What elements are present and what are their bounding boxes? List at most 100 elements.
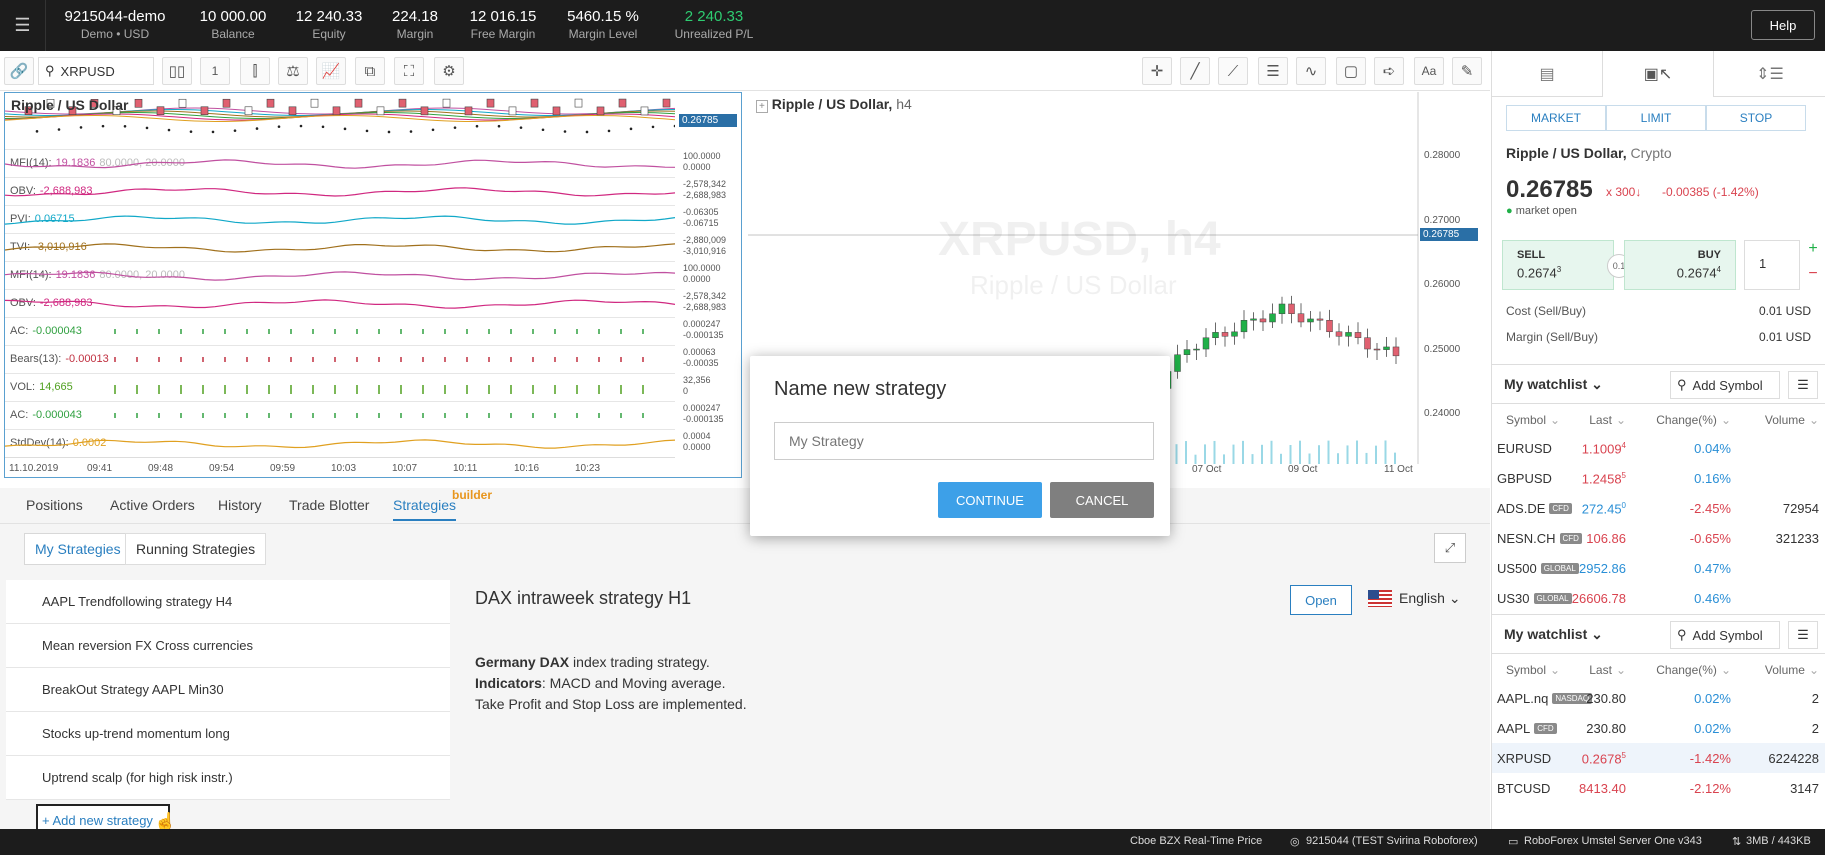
quantity-input[interactable]: 1 bbox=[1744, 240, 1800, 290]
buy-button[interactable]: BUY 0.26744 bbox=[1624, 240, 1736, 290]
watchlist-row[interactable]: US30 GLOBAL 26606.78 0.46% bbox=[1492, 583, 1825, 613]
strategy-list-item[interactable]: Uptrend scalp (for high risk instr.) bbox=[6, 756, 450, 800]
strategy-list-item[interactable]: AAPL Trendfollowing strategy H4 bbox=[6, 580, 450, 624]
tab-strategies[interactable]: Strategies bbox=[393, 497, 457, 521]
instrument-category: Crypto bbox=[1630, 145, 1672, 161]
desc-text-3: Take Profit and Stop Loss are implemente… bbox=[475, 696, 747, 712]
column-header[interactable]: Last ⌄ bbox=[1589, 663, 1626, 677]
strategy-name-input[interactable] bbox=[774, 422, 1154, 460]
column-header[interactable]: Symbol ⌄ bbox=[1506, 413, 1560, 427]
watchlist-row[interactable]: AAPL.nq NASDAQ 230.80 0.02% 2 bbox=[1492, 683, 1825, 713]
strategy-detail: DAX intraweek strategy H1 Open English ⌄… bbox=[452, 580, 1482, 825]
watchlist-menu-icon[interactable]: ☰ bbox=[1788, 621, 1818, 649]
candles-icon[interactable]: ⫿ bbox=[240, 57, 270, 85]
settings-icon[interactable]: ⚙ bbox=[434, 57, 464, 85]
quantity-decrease-icon[interactable]: − bbox=[1802, 265, 1824, 290]
strategy-detail-title: DAX intraweek strategy H1 bbox=[475, 588, 692, 608]
open-strategy-button[interactable]: Open bbox=[1290, 585, 1352, 615]
hamburger-icon[interactable]: ☰ bbox=[0, 0, 46, 51]
fullscreen-icon[interactable]: ⛶ bbox=[394, 57, 424, 85]
continue-button[interactable]: CONTINUE bbox=[938, 482, 1042, 518]
tab-running-strategies[interactable]: Running Strategies bbox=[125, 533, 267, 565]
watchlist-row[interactable]: ADS.DE CFD 272.450 -2.45% 72954 bbox=[1492, 493, 1825, 523]
language-selector[interactable]: English ⌄ bbox=[1399, 590, 1461, 607]
strategy-list-item[interactable]: Mean reversion FX Cross currencies bbox=[6, 624, 450, 668]
layout-icon[interactable]: ▯▯ bbox=[162, 57, 192, 85]
trendline-icon[interactable]: ╱ bbox=[1180, 57, 1210, 85]
unrealized-value: 2 240.33 bbox=[684, 8, 744, 25]
order-type-limit[interactable]: LIMIT bbox=[1606, 105, 1706, 131]
price-tick: 0.28000 bbox=[1424, 150, 1461, 161]
ray-icon[interactable]: ⟋ bbox=[1218, 57, 1248, 85]
left-price-tag: 0.26785 bbox=[679, 114, 737, 127]
indicator-pane: StdDev(14): 0.0002 bbox=[5, 429, 675, 457]
arrow-icon[interactable]: ➪ bbox=[1374, 57, 1404, 85]
order-panel: ▤ ▣↖ ⇕☰ MARKET LIMIT STOP Ripple / US Do… bbox=[1491, 51, 1825, 829]
indicators-icon[interactable]: 📈 bbox=[316, 57, 346, 85]
add-symbol-button[interactable]: ⚲ Add Symbol bbox=[1670, 371, 1780, 399]
add-symbol-button[interactable]: ⚲ Add Symbol bbox=[1670, 621, 1780, 649]
row-symbol: US30 GLOBAL bbox=[1497, 591, 1572, 606]
watchlist-row[interactable]: XRPUSD 0.26785 -1.42% 6224228 bbox=[1492, 743, 1825, 773]
column-header[interactable]: Volume ⌄ bbox=[1765, 663, 1819, 677]
templates-icon[interactable]: ⧉ bbox=[355, 57, 385, 85]
symbol-badge: GLOBAL bbox=[1540, 563, 1579, 574]
compare-icon[interactable]: ⚖ bbox=[278, 57, 308, 85]
sell-button[interactable]: SELL 0.26743 bbox=[1502, 240, 1614, 290]
brush-icon[interactable]: ✎ bbox=[1452, 57, 1482, 85]
text-tool-icon[interactable]: Aa bbox=[1414, 57, 1444, 85]
tab-trade-blotter[interactable]: Trade Blotter bbox=[289, 497, 369, 513]
quantity-increase-icon[interactable]: + bbox=[1802, 240, 1824, 265]
column-header[interactable]: Last ⌄ bbox=[1589, 413, 1626, 427]
watchlist-row[interactable]: AAPL CFD 230.80 0.02% 2 bbox=[1492, 713, 1825, 743]
indicator-line bbox=[5, 187, 675, 197]
sort-list-icon[interactable]: ⇕☰ bbox=[1714, 51, 1825, 97]
last-price: 1.1009 bbox=[1581, 441, 1622, 457]
order-type-stop[interactable]: STOP bbox=[1706, 105, 1806, 131]
horizontal-lines-icon[interactable]: ☰ bbox=[1258, 57, 1288, 85]
tab-positions[interactable]: Positions bbox=[26, 497, 83, 513]
time-tick: 09:54 bbox=[209, 463, 235, 474]
tab-my-strategies[interactable]: My Strategies bbox=[24, 533, 132, 565]
link-icon[interactable]: 🔗 bbox=[4, 57, 34, 85]
column-header[interactable]: Change(%) ⌄ bbox=[1656, 663, 1731, 677]
watchlist-2-title-text: My watchlist bbox=[1504, 626, 1588, 642]
rectangle-icon[interactable]: ▢ bbox=[1336, 57, 1366, 85]
indicator-pane: VOL: 14,665 bbox=[5, 373, 675, 401]
unrealized-stat: 2 240.33 Unrealized P/L bbox=[668, 8, 760, 42]
watchlist-menu-icon[interactable]: ☰ bbox=[1788, 371, 1818, 399]
watchlist-row[interactable]: BTCUSD 8413.40 -2.12% 3147 bbox=[1492, 773, 1825, 803]
column-header[interactable]: Volume ⌄ bbox=[1765, 413, 1819, 427]
indicator-scale: 0.000247 -0.000135 bbox=[683, 319, 741, 341]
help-button[interactable]: Help bbox=[1751, 10, 1815, 40]
indicator-chart[interactable]: Ripple / US Dollar 0.26785 MFI(14): 19.18… bbox=[4, 92, 742, 478]
watchlist-2-header: My watchlist ⌄ ⚲ Add Symbol ☰ bbox=[1492, 614, 1825, 654]
symbol-badge: CFD bbox=[1559, 533, 1582, 544]
account-info[interactable]: 9215044-demo Demo • USD bbox=[62, 8, 168, 42]
tab-history[interactable]: History bbox=[218, 497, 262, 513]
watchlist-2-title[interactable]: My watchlist ⌄ bbox=[1504, 626, 1603, 643]
watchlist-1-title[interactable]: My watchlist ⌄ bbox=[1504, 376, 1603, 393]
watermark-name: Ripple / US Dollar bbox=[970, 270, 1177, 300]
symbol-search-input[interactable]: ⚲ XRPUSD bbox=[38, 57, 154, 85]
add-indicator-icon[interactable]: + bbox=[756, 100, 768, 113]
watchlist-row[interactable]: GBPUSD 1.24585 0.16% bbox=[1492, 463, 1825, 493]
fibonacci-icon[interactable]: ∿ bbox=[1296, 57, 1326, 85]
orderbook-icon[interactable]: ▤ bbox=[1492, 51, 1602, 97]
strategy-list-item[interactable]: BreakOut Strategy AAPL Min30 bbox=[6, 668, 450, 712]
cancel-button[interactable]: CANCEL bbox=[1050, 482, 1154, 518]
tab-active-orders[interactable]: Active Orders bbox=[110, 497, 195, 513]
watchlist-row[interactable]: EURUSD 1.10094 0.04% bbox=[1492, 433, 1825, 463]
user-icon: ◎ bbox=[1290, 836, 1300, 848]
interval-selector[interactable]: 1 bbox=[200, 57, 230, 85]
crosshair-icon[interactable]: ✛ bbox=[1142, 57, 1172, 85]
watchlist-row[interactable]: NESN.CH CFD 106.86 -0.65% 321233 bbox=[1492, 523, 1825, 553]
strategy-list-item[interactable]: Stocks up-trend momentum long bbox=[6, 712, 450, 756]
column-header[interactable]: Symbol ⌄ bbox=[1506, 663, 1560, 677]
column-header[interactable]: Change(%) ⌄ bbox=[1656, 413, 1731, 427]
order-type-market[interactable]: MARKET bbox=[1506, 105, 1606, 131]
watchlist-row[interactable]: US500 GLOBAL 2952.86 0.47% bbox=[1492, 553, 1825, 583]
expand-icon[interactable]: ⤢ bbox=[1434, 533, 1466, 563]
desc-bold-2: Indicators bbox=[475, 675, 542, 691]
order-ticket-icon[interactable]: ▣↖ bbox=[1602, 51, 1714, 97]
